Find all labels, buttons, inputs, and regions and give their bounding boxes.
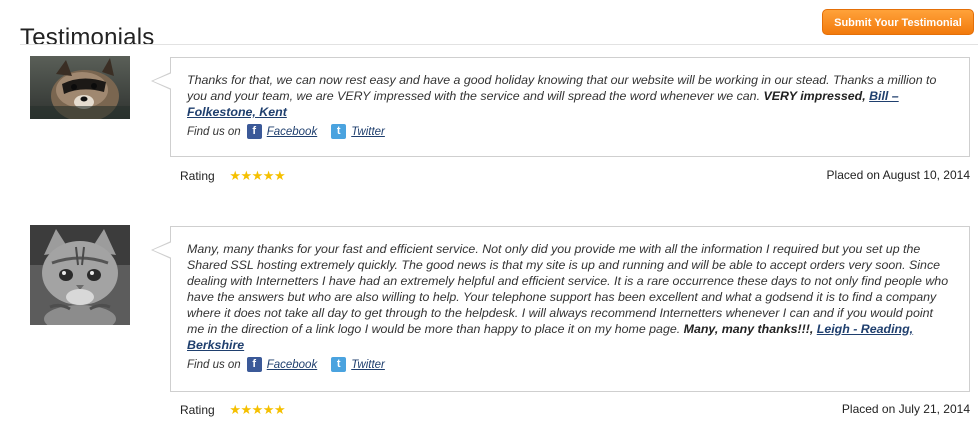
rating-stars: ★★★★★ — [229, 402, 286, 417]
testimonial-meta: Rating ★★★★★ Placed on August 10, 2014 — [180, 168, 970, 184]
header-divider — [20, 44, 978, 45]
testimonial-text: Many, many thanks for your fast and effi… — [187, 241, 953, 353]
testimonial-text: Thanks for that, we can now rest easy an… — [187, 72, 953, 120]
placed-date: Placed on July 21, 2014 — [841, 402, 970, 416]
avatar-kitten — [30, 225, 130, 325]
rating-label: Rating — [180, 169, 215, 183]
twitter-link[interactable]: Twitter — [351, 359, 385, 371]
raccoon-photo — [30, 56, 130, 119]
placed-date: Placed on August 10, 2014 — [826, 168, 970, 182]
facebook-link[interactable]: Facebook — [267, 359, 318, 371]
find-us-label: Find us on — [187, 125, 241, 138]
testimonial-meta: Rating ★★★★★ Placed on July 21, 2014 — [180, 402, 970, 418]
testimonial-highlight: VERY impressed, — [763, 89, 866, 103]
submit-testimonial-button[interactable]: Submit Your Testimonial — [822, 9, 974, 35]
avatar-raccoon — [30, 56, 130, 119]
find-us-row: Find us on f Facebook t Twitter — [187, 124, 953, 139]
find-us-label: Find us on — [187, 358, 241, 371]
twitter-icon[interactable]: t — [331, 357, 347, 372]
testimonial-bubble: Many, many thanks for your fast and effi… — [151, 226, 970, 392]
testimonial-bubble: Thanks for that, we can now rest easy an… — [151, 57, 970, 157]
page-title: Testimonials — [20, 24, 155, 52]
rating-stars: ★★★★★ — [229, 168, 286, 183]
kitten-photo — [30, 225, 130, 325]
facebook-icon[interactable]: f — [246, 357, 262, 372]
facebook-icon[interactable]: f — [246, 124, 262, 139]
find-us-row: Find us on f Facebook t Twitter — [187, 357, 953, 372]
twitter-link[interactable]: Twitter — [351, 126, 385, 138]
testimonial-highlight: Many, many thanks!!!, — [683, 322, 814, 336]
rating-label: Rating — [180, 403, 215, 417]
twitter-icon[interactable]: t — [331, 124, 347, 139]
facebook-link[interactable]: Facebook — [267, 126, 318, 138]
